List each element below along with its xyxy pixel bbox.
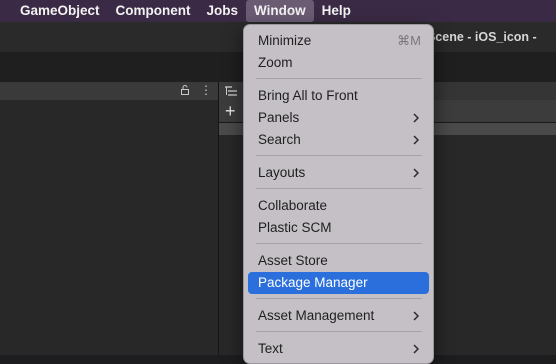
menu-bar: GameObject Component Jobs Window Help — [0, 0, 556, 22]
menu-item-label: Package Manager — [258, 275, 368, 290]
menu-item-label: Layouts — [258, 165, 306, 180]
menu-item-label: Minimize — [258, 33, 312, 48]
menu-item-label: Asset Store — [258, 253, 328, 268]
window-title: eScene - iOS_icon - — [420, 30, 537, 44]
menu-help[interactable]: Help — [314, 0, 359, 22]
menu-jobs[interactable]: Jobs — [199, 0, 247, 22]
chevron-right-icon — [413, 135, 419, 145]
menu-gameobject[interactable]: GameObject — [12, 0, 108, 22]
menu-separator — [256, 331, 422, 332]
menu-item-plastic-scm[interactable]: Plastic SCM — [248, 217, 429, 239]
menu-separator — [256, 155, 422, 156]
menu-item-asset-store[interactable]: Asset Store — [248, 250, 429, 272]
menu-item-label: Text — [258, 341, 283, 356]
menu-item-layouts[interactable]: Layouts — [248, 162, 429, 184]
menu-item-text[interactable]: Text — [248, 338, 429, 360]
menu-item-label: Asset Management — [258, 308, 375, 323]
menu-item-bring-all-to-front[interactable]: Bring All to Front — [248, 85, 429, 107]
hierarchy-icon — [225, 86, 237, 96]
menu-item-asset-management[interactable]: Asset Management — [248, 305, 429, 327]
menu-item-search[interactable]: Search — [248, 129, 429, 151]
menu-item-panels[interactable]: Panels — [248, 107, 429, 129]
menu-item-package-manager[interactable]: Package Manager — [248, 272, 429, 294]
chevron-right-icon — [413, 344, 419, 354]
lock-icon[interactable] — [181, 85, 189, 95]
window-menu-dropdown: Minimize ⌘M Zoom Bring All to Front Pane… — [243, 24, 434, 364]
menu-separator — [256, 298, 422, 299]
menu-item-label: Zoom — [258, 55, 293, 70]
chevron-right-icon — [413, 113, 419, 123]
add-icon[interactable]: + — [225, 101, 236, 121]
menu-item-minimize[interactable]: Minimize ⌘M — [248, 30, 429, 52]
menu-separator — [256, 78, 422, 79]
menu-item-label: Search — [258, 132, 301, 147]
menu-item-collaborate[interactable]: Collaborate — [248, 195, 429, 217]
menu-separator — [256, 188, 422, 189]
menu-item-zoom[interactable]: Zoom — [248, 52, 429, 74]
more-options-icon[interactable]: ⋮ — [200, 84, 212, 96]
menu-separator — [256, 243, 422, 244]
menu-item-label: Panels — [258, 110, 300, 125]
menu-item-label: Collaborate — [258, 198, 328, 213]
menu-item-label: Bring All to Front — [258, 88, 358, 103]
chevron-right-icon — [413, 168, 419, 178]
shortcut-label: ⌘M — [397, 33, 421, 48]
left-panel — [0, 82, 219, 355]
menu-item-label: Plastic SCM — [258, 220, 332, 235]
chevron-right-icon — [413, 311, 419, 321]
menu-window[interactable]: Window — [246, 0, 314, 22]
menu-component[interactable]: Component — [108, 0, 199, 22]
